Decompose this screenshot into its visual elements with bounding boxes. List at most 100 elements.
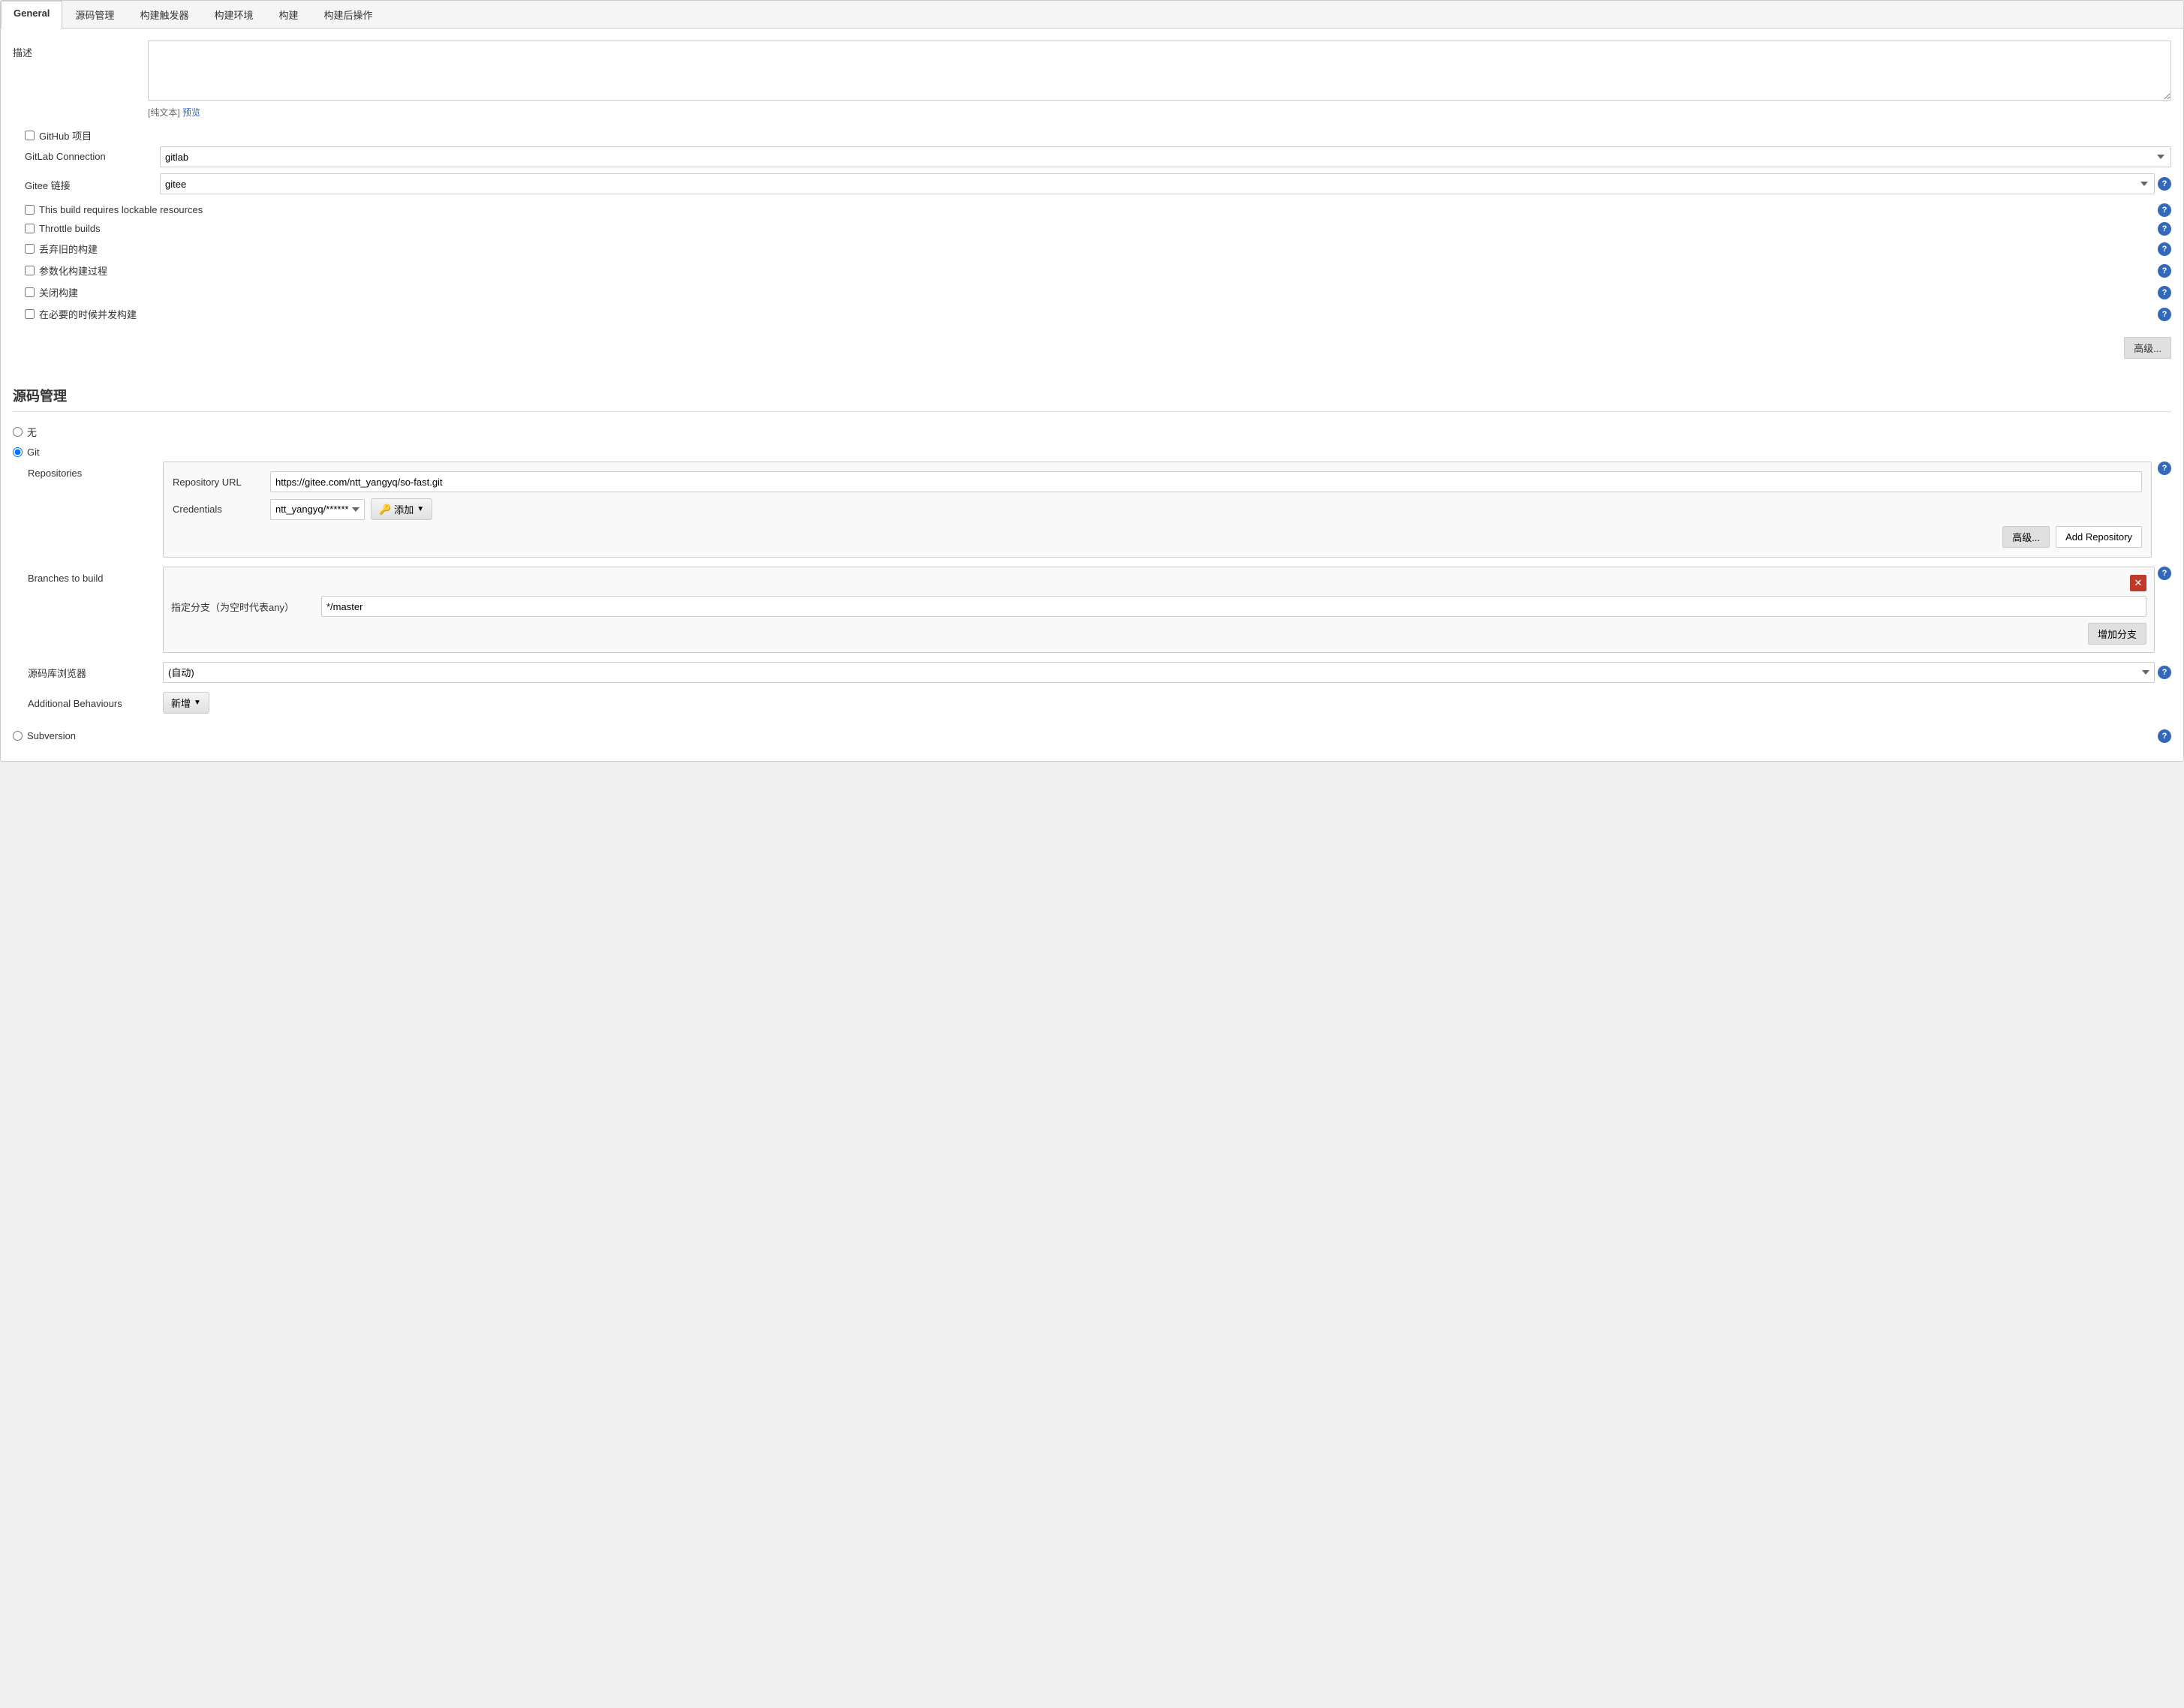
radio-none-row: 无 xyxy=(13,421,2171,443)
additional-content: 新增 ▼ xyxy=(163,692,209,714)
tab-post[interactable]: 构建后操作 xyxy=(311,1,385,28)
throttle-checkbox[interactable] xyxy=(25,224,35,233)
concurrent-checkbox[interactable] xyxy=(25,309,35,319)
branch-spec-input[interactable] xyxy=(321,596,2146,617)
browser-label: 源码库浏览器 xyxy=(28,666,163,680)
add-repository-button[interactable]: Add Repository xyxy=(2056,526,2142,548)
disable-help-icon[interactable]: ? xyxy=(2158,286,2171,299)
repositories-help-icon[interactable]: ? xyxy=(2158,462,2171,475)
tab-scm[interactable]: 源码管理 xyxy=(62,1,127,28)
parameterized-help-icon[interactable]: ? xyxy=(2158,264,2171,278)
github-project-checkbox[interactable] xyxy=(25,131,35,140)
browser-help-icon[interactable]: ? xyxy=(2158,666,2171,679)
lockable-row: This build requires lockable resources ? xyxy=(13,200,2171,219)
concurrent-help-icon[interactable]: ? xyxy=(2158,308,2171,321)
description-textarea[interactable] xyxy=(148,41,2171,101)
gitee-link-control: gitee ? xyxy=(160,173,2171,194)
branches-content-area: ✕ 指定分支（为空时代表any） 增加分支 ? xyxy=(163,567,2171,653)
add-new-label: 新增 xyxy=(171,696,191,710)
parameterized-checkbox-row: 参数化构建过程 xyxy=(13,260,107,281)
general-section: 描述 [纯文本] 预览 GitHub 项目 GitLab Connection … xyxy=(1,29,2183,374)
parameterized-checkbox[interactable] xyxy=(25,266,35,275)
throttle-help-icon[interactable]: ? xyxy=(2158,222,2171,236)
description-row: 描述 [纯文本] 预览 xyxy=(13,41,2171,119)
additional-behaviours-section: Additional Behaviours 新增 ▼ xyxy=(28,692,2171,714)
browser-row: 源码库浏览器 (自动) ? xyxy=(28,662,2171,683)
branches-help-icon[interactable]: ? xyxy=(2158,567,2171,580)
key-icon: 🔑 xyxy=(379,504,391,516)
gitlab-connection-control: gitlab xyxy=(160,146,2171,167)
radio-git[interactable] xyxy=(13,447,23,457)
plain-text-note: [纯文本] 预览 xyxy=(148,106,2171,119)
tab-build[interactable]: 构建 xyxy=(266,1,311,28)
parameterized-row: 参数化构建过程 ? xyxy=(13,260,2171,281)
scm-title: 源码管理 xyxy=(13,386,2171,412)
branch-spec-row: 指定分支（为空时代表any） xyxy=(171,596,2146,617)
browser-select[interactable]: (自动) xyxy=(163,662,2155,683)
repositories-content-area: Repository URL Credentials ntt_yangyq/**… xyxy=(163,462,2171,558)
repo-advanced-button[interactable]: 高级... xyxy=(2002,526,2050,548)
add-label: 添加 xyxy=(394,502,414,516)
add-credentials-button[interactable]: 🔑 添加 ▼ xyxy=(371,498,432,520)
description-label: 描述 xyxy=(13,41,148,59)
disable-row: 关闭构建 ? xyxy=(13,281,2171,303)
add-new-button[interactable]: 新增 ▼ xyxy=(163,692,209,714)
branch-actions: 增加分支 xyxy=(171,623,2146,645)
branches-section: Branches to build ✕ 指定分支（为空时代表any） 增加分支 … xyxy=(28,567,2171,653)
additional-label: Additional Behaviours xyxy=(28,692,163,709)
branch-spec-label: 指定分支（为空时代表any） xyxy=(171,600,321,614)
radio-none[interactable] xyxy=(13,427,23,437)
throttle-label: Throttle builds xyxy=(39,223,101,234)
disable-checkbox[interactable] xyxy=(25,287,35,297)
advanced-area: 高级... xyxy=(13,331,2171,362)
gitlab-connection-label: GitLab Connection xyxy=(25,146,160,162)
radio-git-row: Git xyxy=(13,443,2171,462)
delete-branch-button[interactable]: ✕ xyxy=(2130,575,2146,591)
branches-box: ✕ 指定分支（为空时代表any） 增加分支 xyxy=(163,567,2155,653)
repositories-label: Repositories xyxy=(28,462,163,479)
gitee-link-row: Gitee 链接 gitee ? xyxy=(25,173,2171,194)
none-label: 无 xyxy=(27,425,37,439)
preview-link[interactable]: 预览 xyxy=(182,107,200,118)
credentials-row: Credentials ntt_yangyq/****** 🔑 添加 ▼ xyxy=(173,498,2142,520)
plain-text-label: [纯文本] xyxy=(148,107,180,118)
repositories-box: Repository URL Credentials ntt_yangyq/**… xyxy=(163,462,2152,558)
repositories-section: Repositories Repository URL Credentials … xyxy=(28,462,2171,558)
concurrent-label: 在必要的时候并发构建 xyxy=(39,307,137,321)
add-branch-button[interactable]: 增加分支 xyxy=(2088,623,2146,645)
dropdown-arrow-icon: ▼ xyxy=(417,505,424,513)
gitee-help-icon[interactable]: ? xyxy=(2158,177,2171,191)
repo-actions: 高级... Add Repository xyxy=(173,526,2142,548)
tab-general[interactable]: General xyxy=(1,1,62,29)
discard-checkbox[interactable] xyxy=(25,244,35,254)
lockable-help-icon[interactable]: ? xyxy=(2158,203,2171,217)
concurrent-row: 在必要的时候并发构建 ? xyxy=(13,303,2171,325)
repo-url-input[interactable] xyxy=(270,471,2142,492)
throttle-row: Throttle builds ? xyxy=(13,219,2171,238)
discard-checkbox-row: 丢弃旧的构建 xyxy=(13,238,98,260)
description-control: [纯文本] 预览 xyxy=(148,41,2171,119)
branches-label: Branches to build xyxy=(28,567,163,584)
main-container: General 源码管理 构建触发器 构建环境 构建 构建后操作 描述 [纯文本… xyxy=(0,0,2184,762)
radio-subversion[interactable] xyxy=(13,731,23,741)
subversion-help-icon[interactable]: ? xyxy=(2158,729,2171,743)
lockable-label: This build requires lockable resources xyxy=(39,204,203,215)
advanced-button[interactable]: 高级... xyxy=(2124,337,2171,359)
tab-bar: General 源码管理 构建触发器 构建环境 构建 构建后操作 xyxy=(1,1,2183,29)
disable-checkbox-row: 关闭构建 xyxy=(13,281,78,303)
scm-section: 源码管理 无 Git Repositories Repository URL xyxy=(1,374,2183,761)
subversion-row: Subversion ? xyxy=(13,723,2171,749)
tab-env[interactable]: 构建环境 xyxy=(201,1,266,28)
tab-triggers[interactable]: 构建触发器 xyxy=(127,1,201,28)
credentials-select[interactable]: ntt_yangyq/****** xyxy=(270,499,365,520)
gitlab-connection-select[interactable]: gitlab xyxy=(160,146,2171,167)
gitee-link-select[interactable]: gitee xyxy=(160,173,2155,194)
lockable-checkbox[interactable] xyxy=(25,205,35,215)
radio-subversion-row: Subversion xyxy=(13,726,76,745)
disable-label: 关闭构建 xyxy=(39,285,78,299)
github-project-label: GitHub 项目 xyxy=(39,128,92,143)
parameterized-label: 参数化构建过程 xyxy=(39,263,107,278)
git-label: Git xyxy=(27,447,40,458)
discard-help-icon[interactable]: ? xyxy=(2158,242,2171,256)
add-new-arrow-icon: ▼ xyxy=(194,699,201,707)
